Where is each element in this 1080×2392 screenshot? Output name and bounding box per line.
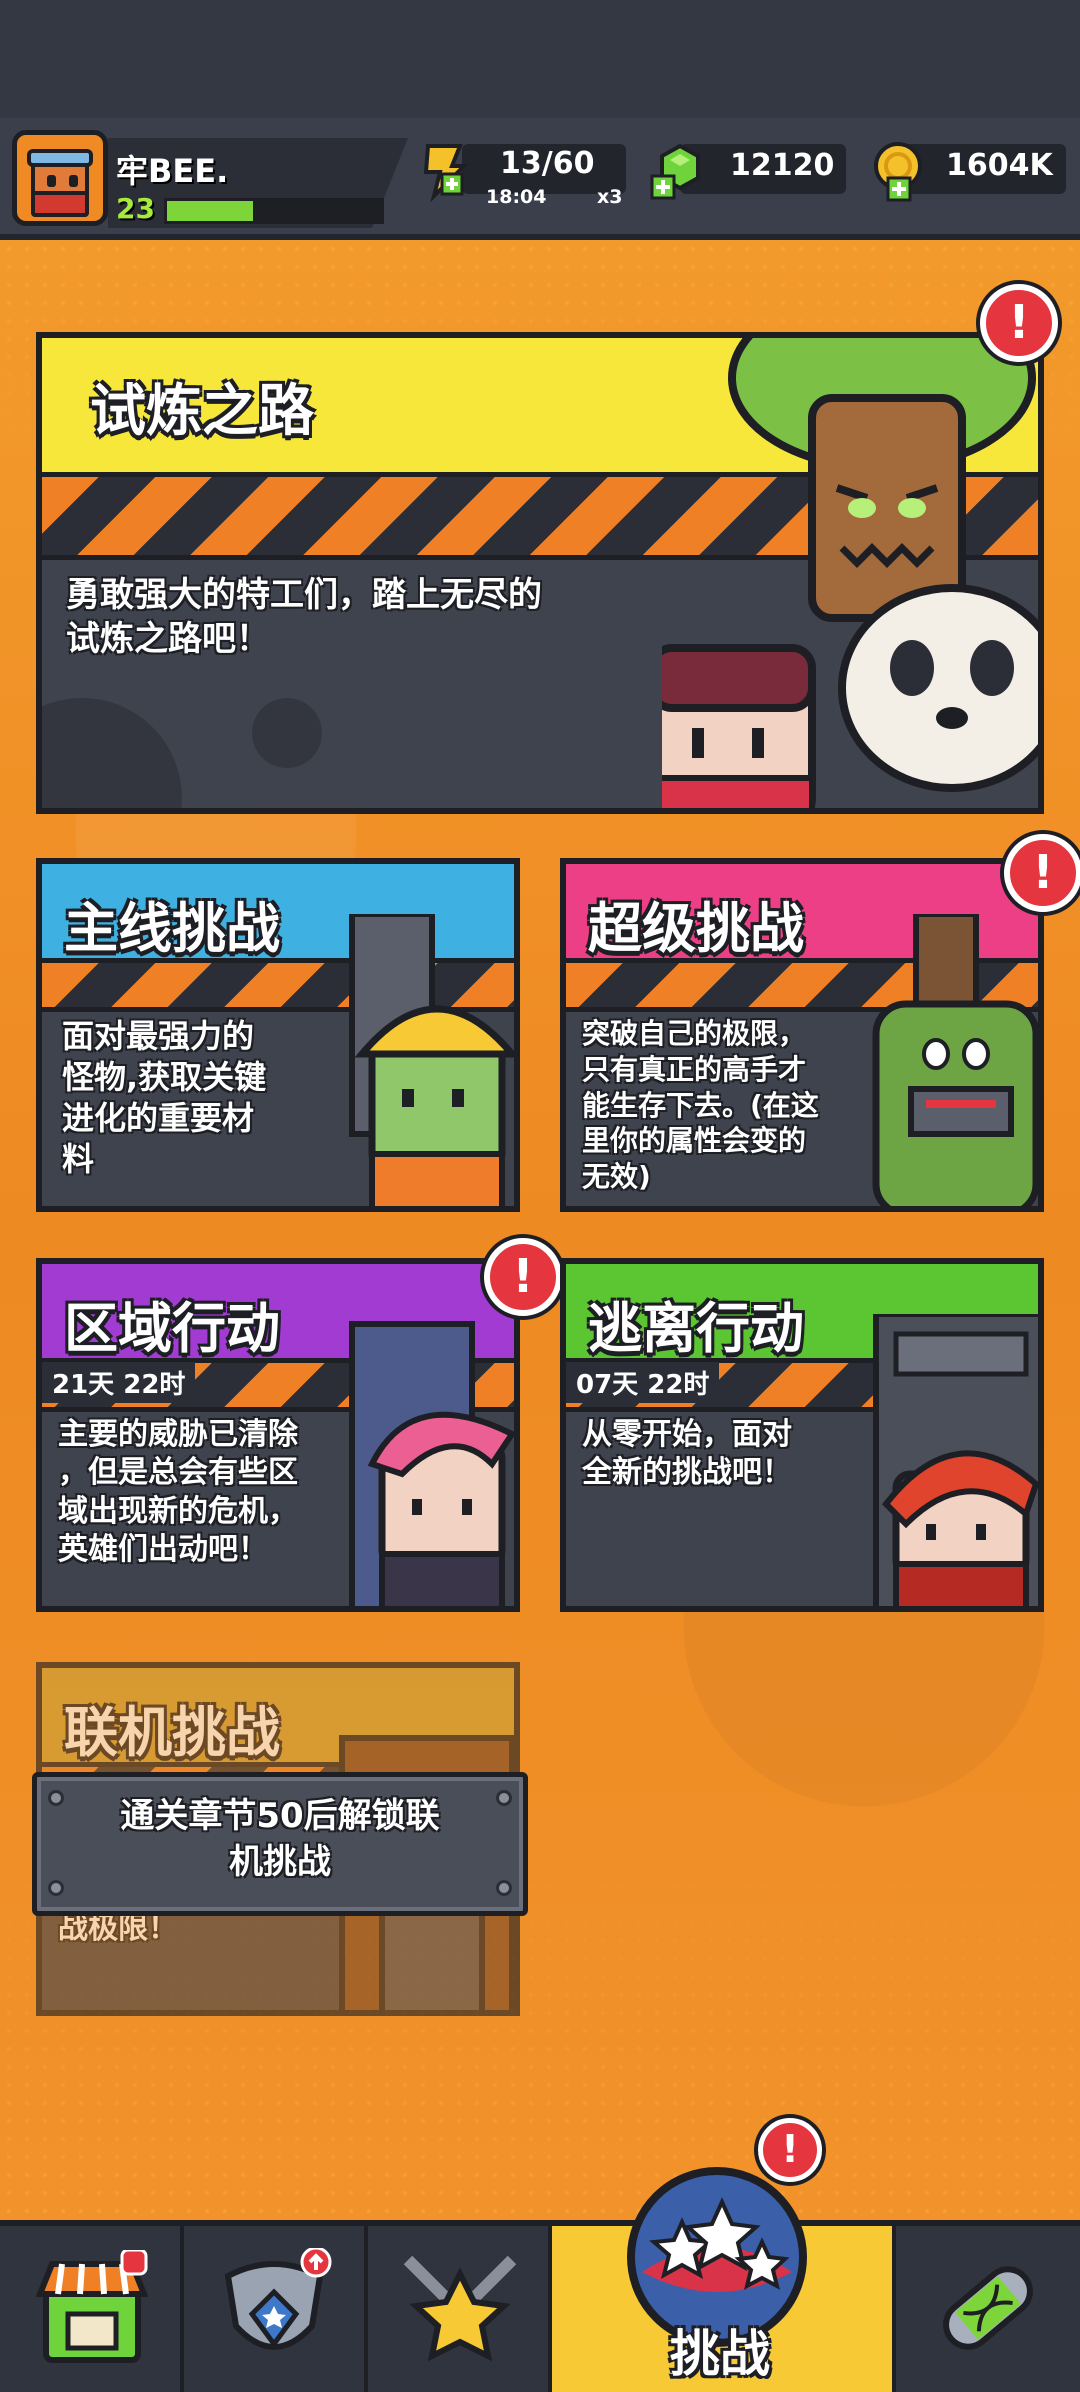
nav-evolution[interactable] xyxy=(896,2226,1080,2392)
xp-bar xyxy=(164,198,384,224)
energy-value: 13/60 xyxy=(500,146,595,181)
trial-road-desc-2: 试炼之路吧！ xyxy=(66,618,270,659)
escape-action-card[interactable]: 07天 22时 逃离行动 从零开始，面对 全新的挑战吧！ xyxy=(560,1258,1044,1612)
escape-action-desc: 从零开始，面对 xyxy=(582,1417,792,1452)
super-challenge-desc: 里你的属性会变的 xyxy=(582,1124,807,1158)
super-challenge-alert-badge: ! xyxy=(1004,834,1080,912)
escape-action-title: 逃离行动 xyxy=(588,1297,804,1360)
main-challenge-desc: 怪物,获取关键 xyxy=(62,1057,267,1096)
main-challenge-desc: 面对最强力的 xyxy=(62,1017,255,1055)
red-hair-hero-illustration xyxy=(873,1314,1038,1606)
player-avatar[interactable] xyxy=(12,130,108,226)
zone-action-timer: 21天 22时 xyxy=(42,1362,196,1403)
ogre-illustration xyxy=(872,914,1038,1206)
super-challenge-desc: 无效) xyxy=(582,1160,651,1194)
coins-value: 1604K xyxy=(946,148,1053,183)
star-swords-icon xyxy=(403,2255,517,2362)
nav-challenge-label: 挑战 xyxy=(670,2325,770,2383)
escape-action-desc: 全新的挑战吧！ xyxy=(582,1455,792,1491)
super-challenge-title: 超级挑战 xyxy=(588,897,804,960)
zone-action-desc: 英雄们出动吧！ xyxy=(58,1532,268,1568)
nav-shop[interactable] xyxy=(0,2226,184,2392)
main-challenge-card[interactable]: 主线挑战 面对最强力的 怪物,获取关键 进化的重要材 料 xyxy=(36,858,520,1212)
pink-hair-hero-illustration xyxy=(349,1321,514,1606)
nav-battle[interactable] xyxy=(368,2226,552,2392)
energy-icon[interactable] xyxy=(412,138,476,202)
trial-road-alert-badge: ! xyxy=(980,284,1058,362)
tree-panda-ninja-illustration xyxy=(662,338,1038,808)
coop-challenge-title: 联机挑战 xyxy=(64,1701,280,1764)
gems-value: 12120 xyxy=(730,148,835,183)
main-challenge-title: 主线挑战 xyxy=(64,897,280,960)
zone-action-desc: 主要的威胁已清除 xyxy=(58,1417,298,1452)
zone-action-title: 区域行动 xyxy=(64,1297,280,1360)
escape-action-timer: 07天 22时 xyxy=(566,1362,720,1403)
nav-challenge-alert-badge: ! xyxy=(758,2118,822,2182)
energy-timer: 18:04 xyxy=(486,186,547,208)
player-level: 23 xyxy=(116,192,155,225)
super-challenge-desc: 只有真正的高手才 xyxy=(582,1052,807,1086)
super-challenge-card[interactable]: 超级挑战 突破自己的极限， 只有真正的高手才 能生存下去。(在这 里你的属性会变… xyxy=(560,858,1044,1212)
main-challenge-desc: 料 xyxy=(62,1139,95,1178)
nav-challenge-active[interactable]: 挑战 xyxy=(552,2167,896,2392)
zone-action-desc: 域出现新的危机， xyxy=(58,1493,298,1529)
zone-action-desc: ，但是总会有些区 xyxy=(58,1455,298,1491)
super-challenge-desc: 能生存下去。(在这 xyxy=(582,1088,819,1122)
trial-road-desc-1: 勇敢强大的特工们，踏上无尽的 xyxy=(66,575,542,615)
gem-icon[interactable] xyxy=(648,138,712,202)
nav-equipment[interactable] xyxy=(184,2226,368,2392)
main-challenge-desc: 进化的重要材 xyxy=(62,1098,255,1137)
lock-message-2: 机挑战 xyxy=(229,1841,331,1882)
status-bar xyxy=(0,0,1080,118)
coin-icon[interactable] xyxy=(866,138,930,202)
shop-icon xyxy=(35,2250,149,2363)
xp-fill xyxy=(167,201,253,221)
super-challenge-desc: 突破自己的极限， xyxy=(582,1017,807,1050)
zone-action-alert-badge: ! xyxy=(484,1238,562,1316)
energy-multiplier: x3 xyxy=(597,186,623,208)
shield-icon xyxy=(224,2248,332,2350)
trial-road-card[interactable]: 试炼之路 勇敢强大的特工们，踏上无尽的 试炼之路吧！ xyxy=(36,332,1044,814)
lock-message-1: 通关章节50后解锁联 xyxy=(120,1796,440,1836)
zone-action-card[interactable]: 21天 22时 区域行动 主要的威胁已清除 ，但是总会有些区 域出现新的危机， … xyxy=(36,1258,520,1612)
trial-road-title: 试炼之路 xyxy=(90,379,314,444)
player-name: 牢BEE. xyxy=(116,152,229,190)
dna-capsule-icon xyxy=(943,2266,1033,2350)
zombie-worker-illustration xyxy=(349,914,514,1206)
